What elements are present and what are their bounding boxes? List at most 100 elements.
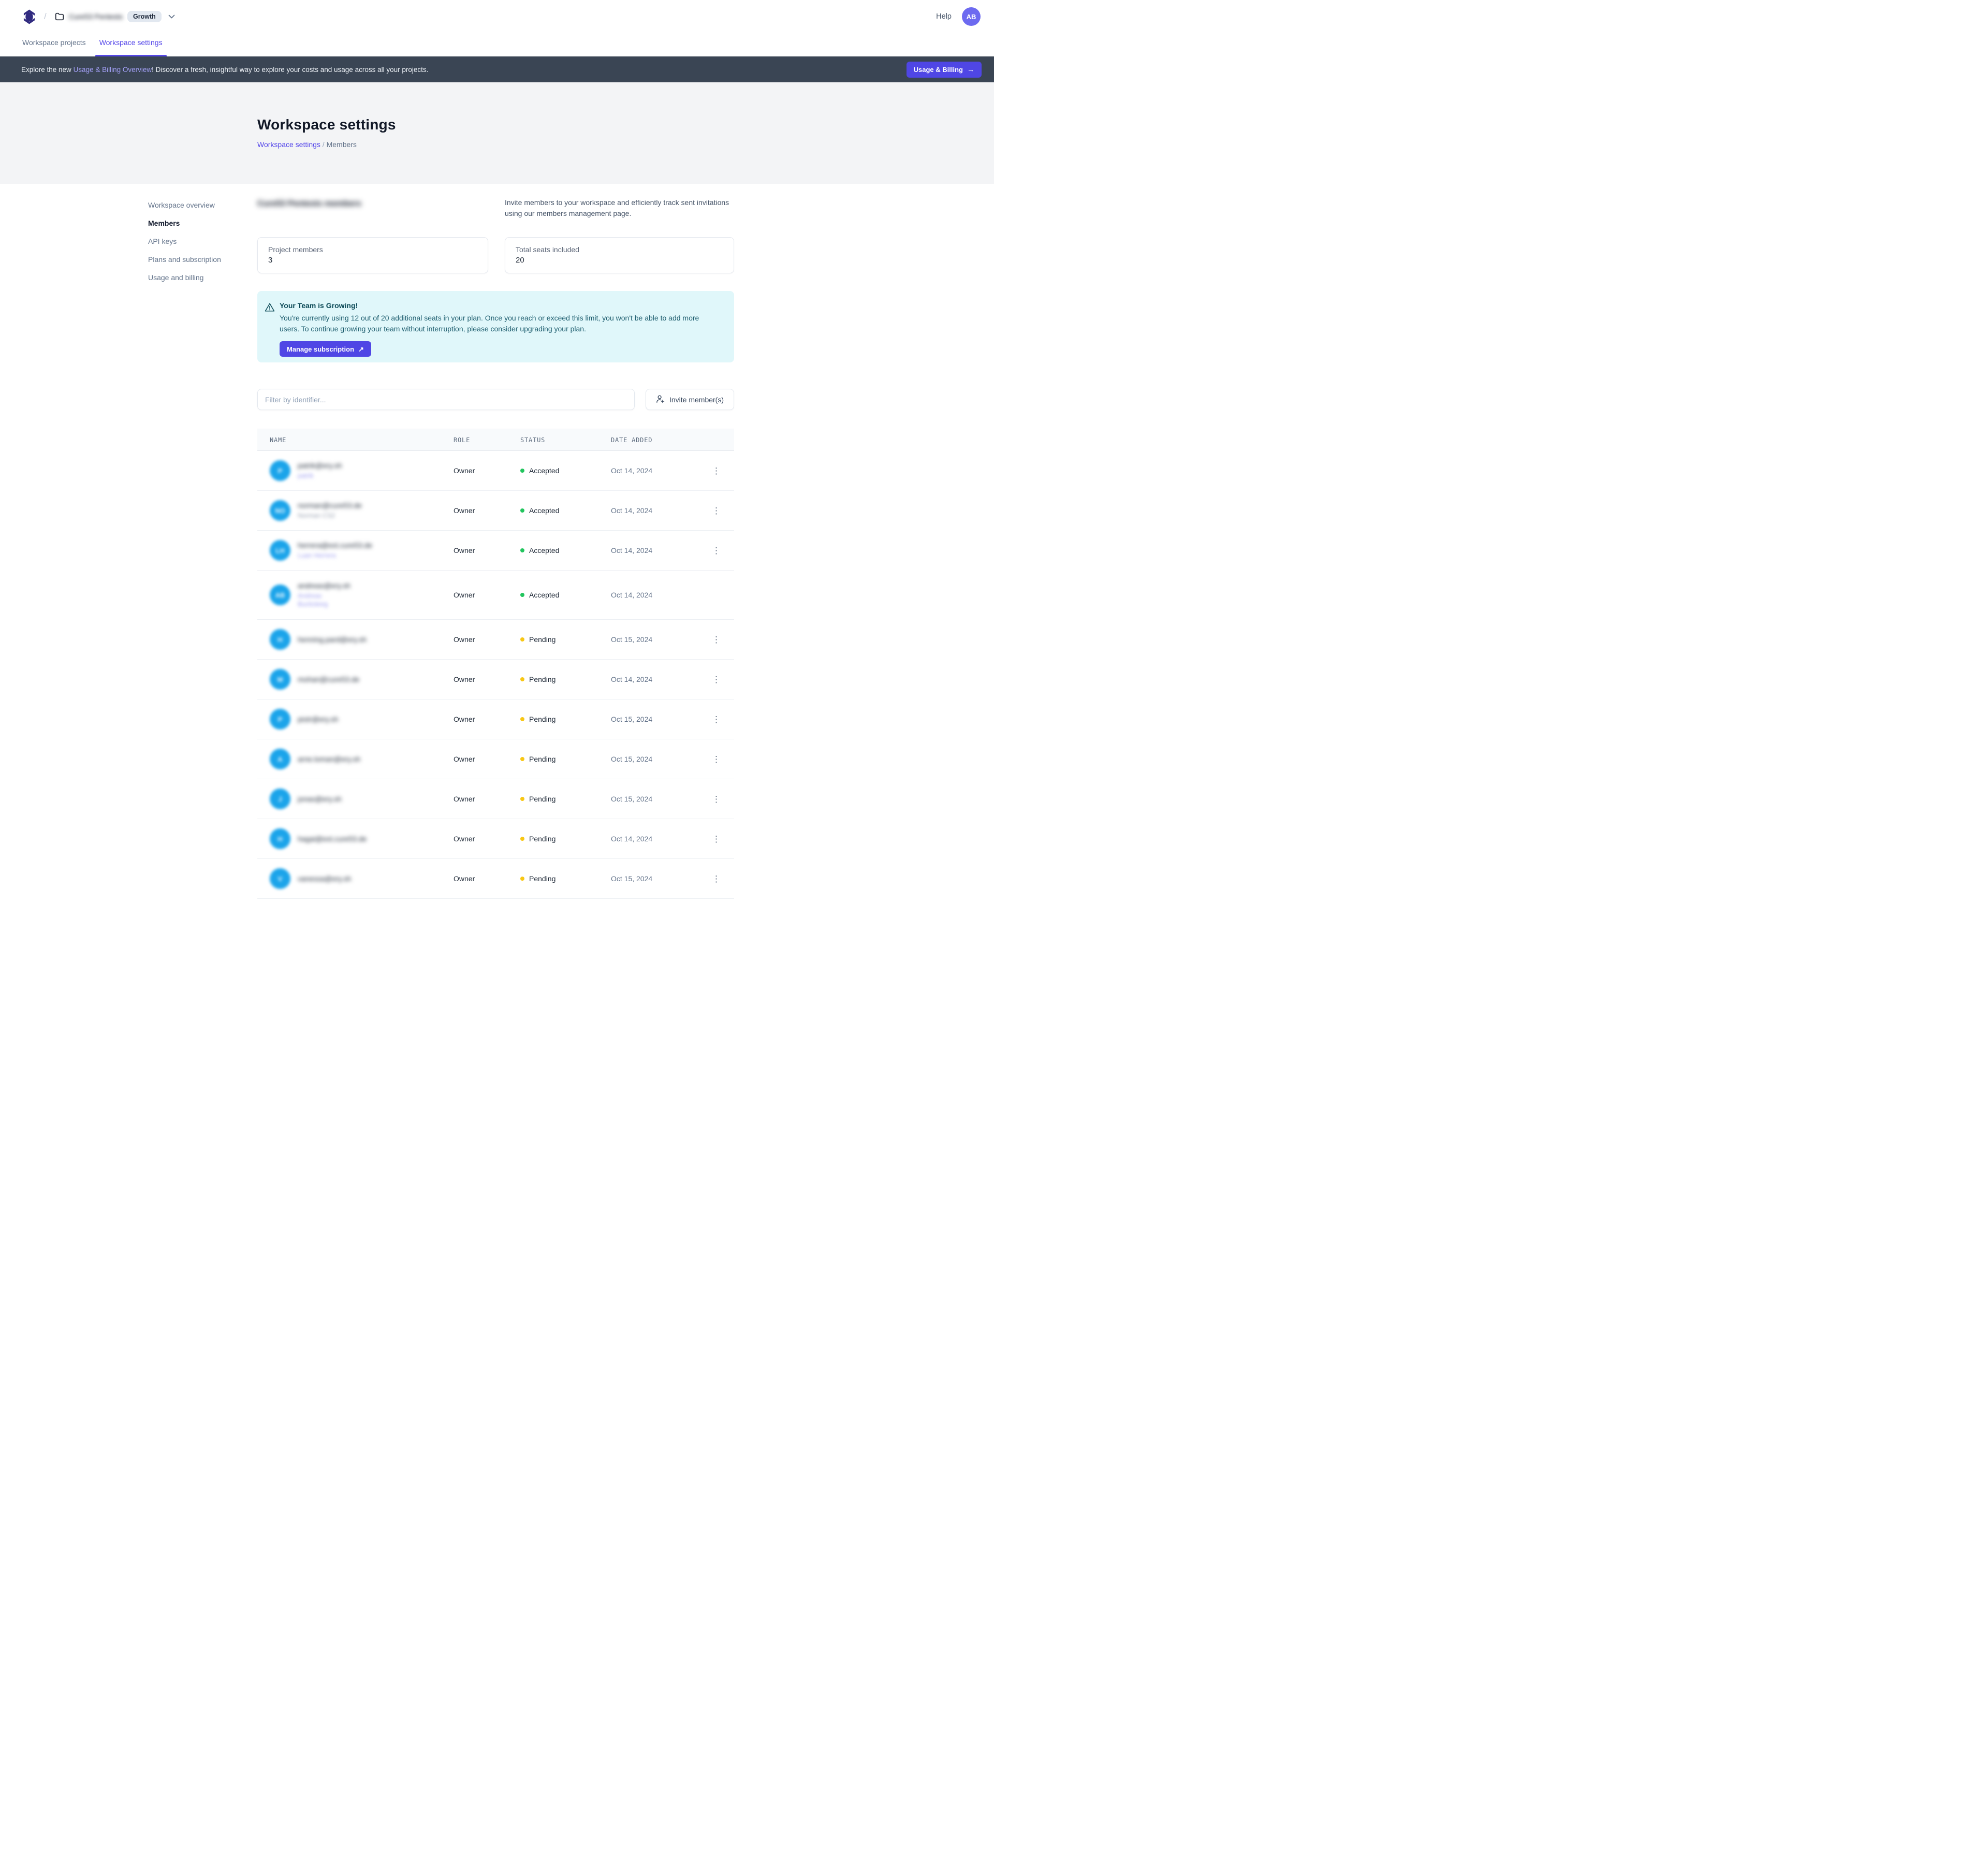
row-menu-button[interactable]: ⋮: [711, 713, 722, 726]
member-email: andreas@ery.sh: [298, 581, 350, 590]
member-name[interactable]: Norman CS2: [298, 512, 362, 520]
table-row: AB andreas@ery.sh AndreasBucksteeg Owner…: [257, 571, 734, 620]
row-menu-button[interactable]: ⋮: [711, 793, 722, 806]
manage-subscription-button[interactable]: Manage subscription ↗: [280, 341, 371, 357]
user-plus-icon: [656, 395, 665, 405]
workspace-breadcrumb[interactable]: Cure53 Pentests Growth: [55, 11, 175, 22]
members-table: NAME ROLE STATUS DATE ADDED P patrik@ery…: [257, 429, 734, 899]
banner-text-prefix: Explore the new: [21, 66, 74, 74]
sidebar-item-api-keys[interactable]: API keys: [148, 236, 221, 247]
row-menu-button[interactable]: ⋮: [711, 544, 722, 557]
status-dot: [520, 508, 524, 513]
member-avatar: P: [270, 709, 290, 730]
member-email: hagai@ext.cure53.de: [298, 835, 367, 843]
project-members-card: Project members 3: [257, 237, 488, 273]
usage-billing-button[interactable]: Usage & Billing →: [907, 62, 982, 78]
breadcrumb-current: Members: [327, 140, 357, 149]
team-growing-alert: Your Team is Growing! You're currently u…: [257, 291, 734, 362]
status-label: Accepted: [529, 506, 559, 515]
member-date: Oct 14, 2024: [611, 591, 704, 599]
row-menu-button[interactable]: ⋮: [711, 464, 722, 477]
sidebar-item-workspace-overview[interactable]: Workspace overview: [148, 199, 221, 211]
status-dot: [520, 877, 524, 881]
member-role: Owner: [454, 635, 520, 644]
row-menu-button[interactable]: ⋮: [711, 504, 722, 517]
member-email: herrera@ext.cure53.de: [298, 541, 372, 549]
alert-title: Your Team is Growing!: [280, 301, 712, 310]
member-avatar: P: [270, 460, 290, 481]
row-menu-button[interactable]: ⋮: [711, 633, 722, 646]
row-menu-button[interactable]: ⋮: [711, 872, 722, 885]
members-heading: Cure53 Pentests members: [257, 199, 361, 209]
member-date: Oct 14, 2024: [611, 506, 704, 515]
project-members-label: Project members: [268, 245, 477, 254]
member-email: arne.loman@ery.sh: [298, 755, 360, 763]
status-dot: [520, 677, 524, 681]
user-avatar[interactable]: AB: [962, 7, 981, 26]
page-header: Workspace settings Workspace settings / …: [0, 82, 994, 184]
member-name[interactable]: Luan Herrera: [298, 551, 372, 560]
workspace-tabs: Workspace projects Workspace settings: [0, 33, 994, 56]
member-name[interactable]: AndreasBucksteeg: [298, 592, 350, 608]
member-avatar: A: [270, 749, 290, 769]
member-avatar: NO: [270, 500, 290, 521]
sidebar-item-usage-billing[interactable]: Usage and billing: [148, 272, 221, 283]
status-label: Accepted: [529, 591, 559, 599]
arrow-up-right-icon: ↗: [358, 346, 364, 353]
member-email: norman@cure53.de: [298, 501, 362, 509]
page-title: Workspace settings: [257, 116, 396, 133]
invite-copy: Invite members to your workspace and eff…: [505, 197, 738, 219]
tab-workspace-settings[interactable]: Workspace settings: [98, 33, 164, 56]
plan-badge: Growth: [127, 11, 162, 22]
member-name[interactable]: patrik: [298, 472, 342, 480]
total-seats-value: 20: [516, 256, 723, 265]
usage-billing-banner: Explore the new Usage & Billing Overview…: [0, 56, 994, 82]
chevron-down-icon[interactable]: [166, 14, 175, 19]
breadcrumb-separator: /: [44, 11, 47, 22]
member-role: Owner: [454, 755, 520, 763]
breadcrumb-settings-link[interactable]: Workspace settings: [257, 140, 320, 149]
row-menu-button[interactable]: ⋮: [711, 833, 722, 845]
member-date: Oct 15, 2024: [611, 755, 704, 763]
workspace-name: Cure53 Pentests: [69, 12, 123, 21]
app-logo-icon[interactable]: [23, 8, 36, 25]
help-link[interactable]: Help: [936, 12, 952, 21]
table-row: P patrik@ery.sh patrik Owner Accepted Oc…: [257, 451, 734, 491]
member-avatar: H: [270, 828, 290, 849]
sidebar-item-plans-subscription[interactable]: Plans and subscription: [148, 254, 221, 265]
table-row: V vanessa@ery.sh Owner Pending Oct 15, 2…: [257, 859, 734, 899]
total-seats-card: Total seats included 20: [505, 237, 734, 273]
folder-icon: [55, 12, 64, 21]
table-row: A arne.loman@ery.sh Owner Pending Oct 15…: [257, 739, 734, 779]
member-avatar: AB: [270, 585, 290, 605]
member-date: Oct 15, 2024: [611, 874, 704, 883]
table-row: LH herrera@ext.cure53.de Luan Herrera Ow…: [257, 531, 734, 571]
member-role: Owner: [454, 675, 520, 683]
member-role: Owner: [454, 546, 520, 555]
member-role: Owner: [454, 874, 520, 883]
members-table-body: P patrik@ery.sh patrik Owner Accepted Oc…: [257, 451, 734, 899]
status-label: Pending: [529, 755, 556, 763]
status-dot: [520, 717, 524, 721]
row-menu-button[interactable]: ⋮: [711, 753, 722, 766]
breadcrumb: Workspace settings / Members: [257, 140, 357, 149]
invite-members-label: Invite member(s): [669, 396, 724, 404]
sidebar-item-members[interactable]: Members: [148, 217, 221, 229]
banner-text-suffix: ! Discover a fresh, insightful way to ex…: [152, 66, 428, 74]
member-role: Owner: [454, 795, 520, 803]
row-menu-button[interactable]: ⋮: [711, 673, 722, 686]
member-email: vanessa@ery.sh: [298, 874, 351, 883]
member-date: Oct 15, 2024: [611, 635, 704, 644]
alert-body: You're currently using 12 out of 20 addi…: [280, 313, 712, 334]
status-label: Pending: [529, 715, 556, 723]
table-row: H hagai@ext.cure53.de Owner Pending Oct …: [257, 819, 734, 859]
member-role: Owner: [454, 466, 520, 475]
usage-billing-overview-link[interactable]: Usage & Billing Overview: [74, 66, 152, 74]
status-label: Pending: [529, 635, 556, 644]
filter-input[interactable]: [257, 389, 635, 410]
invite-members-button[interactable]: Invite member(s): [646, 389, 734, 410]
column-header-role: ROLE: [454, 436, 520, 444]
member-avatar: V: [270, 868, 290, 889]
member-avatar: M: [270, 669, 290, 690]
tab-workspace-projects[interactable]: Workspace projects: [21, 33, 87, 56]
